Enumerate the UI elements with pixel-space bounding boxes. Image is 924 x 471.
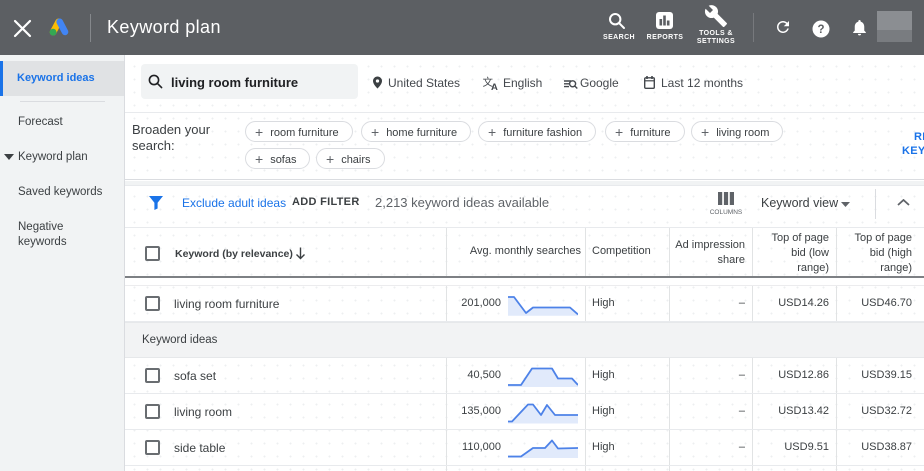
svg-text:?: ? xyxy=(817,24,824,36)
svg-text:A: A xyxy=(491,82,498,90)
